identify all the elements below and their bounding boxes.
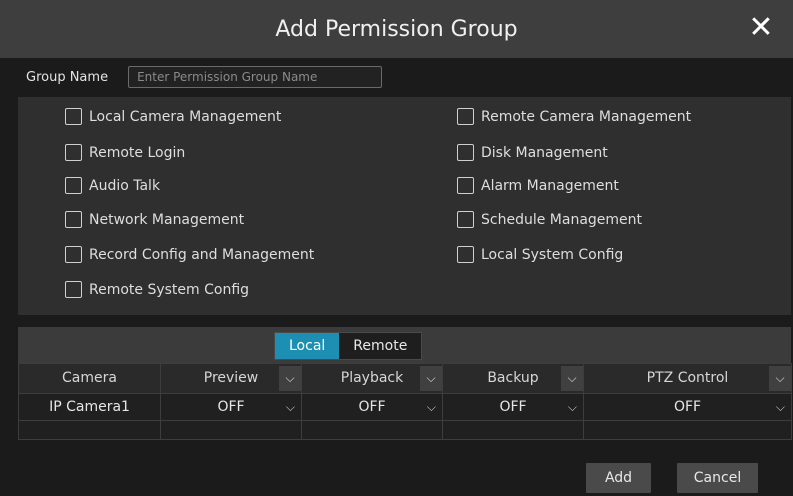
title-bar: Add Permission Group ✕ xyxy=(0,0,793,58)
checkbox-icon[interactable] xyxy=(457,108,474,125)
column-label: Camera xyxy=(62,370,117,386)
checkbox-icon[interactable] xyxy=(457,144,474,161)
perm-label: Local Camera Management xyxy=(89,108,282,125)
backup-select[interactable]: OFF ⌵ xyxy=(442,393,584,421)
checkbox-icon[interactable] xyxy=(457,211,474,228)
empty-cell xyxy=(442,420,584,440)
column-header-backup: Backup ⌵ xyxy=(442,363,584,394)
select-value: OFF xyxy=(673,399,702,415)
perm-remote-system-config[interactable]: Remote System Config xyxy=(65,281,249,298)
checkbox-icon[interactable] xyxy=(65,281,82,298)
group-name-row: Group Name xyxy=(26,63,383,91)
camera-name-cell: IP Camera1 xyxy=(18,393,161,421)
table-row-empty xyxy=(18,420,792,440)
perm-schedule-management[interactable]: Schedule Management xyxy=(457,211,642,228)
chevron-down-icon[interactable]: ⌵ xyxy=(279,366,301,391)
checkbox-icon[interactable] xyxy=(457,177,474,194)
tab-local[interactable]: Local xyxy=(275,333,340,359)
dialog-title: Add Permission Group xyxy=(275,16,518,42)
perm-label: Remote Camera Management xyxy=(481,108,692,125)
select-value: OFF xyxy=(358,399,386,415)
tab-group: Local Remote xyxy=(274,332,423,360)
empty-cell xyxy=(160,420,302,440)
chevron-down-icon[interactable]: ⌵ xyxy=(286,394,295,420)
column-header-ptz-control: PTZ Control ⌵ xyxy=(583,363,792,394)
column-label: PTZ Control xyxy=(646,370,729,386)
column-label: Preview xyxy=(203,370,259,386)
perm-label: Remote Login xyxy=(89,144,186,161)
checkbox-icon[interactable] xyxy=(457,246,474,263)
perm-local-camera-management[interactable]: Local Camera Management xyxy=(65,108,281,125)
checkbox-icon[interactable] xyxy=(65,108,82,125)
chevron-down-icon[interactable]: ⌵ xyxy=(568,394,577,420)
empty-cell xyxy=(18,420,161,440)
perm-label: Disk Management xyxy=(481,144,608,161)
column-label: Playback xyxy=(340,370,404,386)
perm-label: Local System Config xyxy=(481,246,624,263)
perm-remote-login[interactable]: Remote Login xyxy=(65,144,185,161)
column-label: Backup xyxy=(487,370,539,386)
permission-tab-bar: Local Remote xyxy=(18,327,791,363)
select-value: OFF xyxy=(217,399,245,415)
perm-label: Alarm Management xyxy=(481,177,619,194)
close-icon[interactable]: ✕ xyxy=(747,13,775,43)
empty-cell xyxy=(301,420,443,440)
chevron-down-icon[interactable]: ⌵ xyxy=(561,366,583,391)
perm-label: Remote System Config xyxy=(89,281,250,298)
perm-label: Record Config and Management xyxy=(89,246,315,263)
cancel-button[interactable]: Cancel xyxy=(677,463,758,493)
perm-label: Schedule Management xyxy=(481,211,643,228)
perm-local-system-config[interactable]: Local System Config xyxy=(457,246,623,263)
column-header-playback: Playback ⌵ xyxy=(301,363,443,394)
select-value: OFF xyxy=(499,399,527,415)
checkbox-icon[interactable] xyxy=(65,246,82,263)
chevron-down-icon[interactable]: ⌵ xyxy=(769,366,791,391)
perm-alarm-management[interactable]: Alarm Management xyxy=(457,177,619,194)
perm-record-config-and-management[interactable]: Record Config and Management xyxy=(65,246,314,263)
column-header-preview: Preview ⌵ xyxy=(160,363,302,394)
column-header-camera: Camera xyxy=(18,363,161,394)
chevron-down-icon[interactable]: ⌵ xyxy=(420,366,442,391)
perm-remote-camera-management[interactable]: Remote Camera Management xyxy=(457,108,691,125)
checkbox-icon[interactable] xyxy=(65,177,82,194)
tab-remote[interactable]: Remote xyxy=(339,333,421,359)
empty-cell xyxy=(583,420,792,440)
group-name-input[interactable] xyxy=(128,66,383,88)
perm-label: Network Management xyxy=(89,211,245,228)
add-button[interactable]: Add xyxy=(586,463,651,493)
perm-audio-talk[interactable]: Audio Talk xyxy=(65,177,160,194)
perm-network-management[interactable]: Network Management xyxy=(65,211,244,228)
preview-select[interactable]: OFF ⌵ xyxy=(160,393,302,421)
table-header-row: Camera Preview ⌵ Playback ⌵ Backup ⌵ PTZ… xyxy=(18,363,792,394)
ptz-control-select[interactable]: OFF ⌵ xyxy=(583,393,792,421)
table-row: IP Camera1 OFF ⌵ OFF ⌵ OFF ⌵ OFF ⌵ xyxy=(18,393,792,421)
permission-panel: Local Camera Management Remote Login Aud… xyxy=(18,97,791,315)
chevron-down-icon[interactable]: ⌵ xyxy=(776,394,785,420)
perm-disk-management[interactable]: Disk Management xyxy=(457,144,608,161)
playback-select[interactable]: OFF ⌵ xyxy=(301,393,443,421)
checkbox-icon[interactable] xyxy=(65,144,82,161)
camera-permission-table: Camera Preview ⌵ Playback ⌵ Backup ⌵ PTZ… xyxy=(18,363,792,440)
perm-label: Audio Talk xyxy=(89,177,161,194)
chevron-down-icon[interactable]: ⌵ xyxy=(427,394,436,420)
group-name-label: Group Name xyxy=(26,69,109,85)
checkbox-icon[interactable] xyxy=(65,211,82,228)
